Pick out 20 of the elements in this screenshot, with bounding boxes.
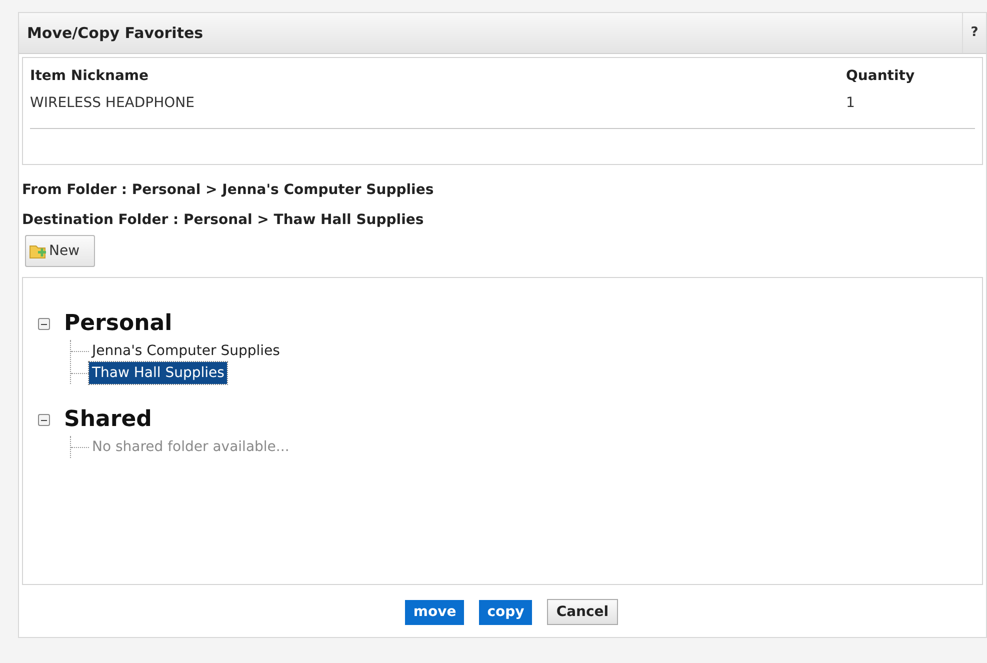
folder-path: From Folder : Personal > Jenna's Computer Supplies bbox=[22, 181, 435, 200]
folder-path: Destination Folder : Personal > Thaw Hall Supplies bbox=[22, 211, 425, 230]
window-title: Move/Copy Favorites bbox=[27, 22, 204, 44]
action-button[interactable]: move bbox=[405, 600, 464, 624]
folder-plus-icon bbox=[29, 243, 47, 259]
tree-node-label[interactable]: Shared bbox=[64, 406, 152, 434]
tree-item[interactable]: Thaw Hall Supplies bbox=[89, 362, 228, 384]
tree-item[interactable]: Jenna's Computer Supplies bbox=[89, 340, 283, 362]
column-header: Quantity bbox=[846, 67, 916, 86]
empty-message: No shared folder available... bbox=[91, 438, 290, 457]
action-button[interactable]: Cancel bbox=[547, 599, 618, 625]
collapse-icon[interactable] bbox=[38, 318, 50, 330]
help-button[interactable]: ? bbox=[962, 13, 986, 53]
action-button[interactable]: copy bbox=[479, 600, 532, 624]
tree-node-label[interactable]: Personal bbox=[64, 310, 172, 338]
column-header: Item Nickname bbox=[30, 67, 150, 86]
table-cell-text: 1 bbox=[846, 94, 856, 113]
collapse-icon[interactable] bbox=[38, 414, 50, 426]
new-folder-button[interactable]: New bbox=[25, 235, 95, 267]
table-cell-text: WIRELESS HEADPHONE bbox=[30, 94, 196, 113]
